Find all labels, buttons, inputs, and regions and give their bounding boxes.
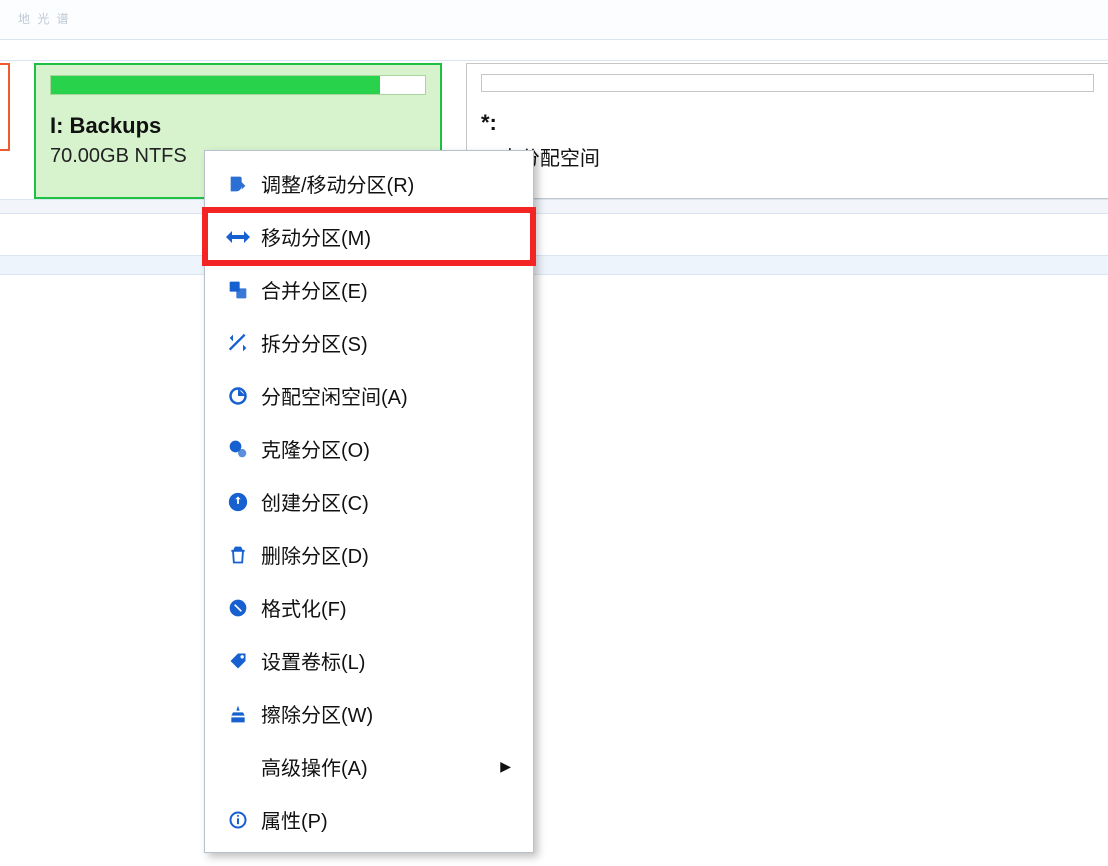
separator-strip-1 (0, 200, 1108, 214)
move-icon (219, 229, 257, 245)
menu-item-create[interactable]: 创建分区(C) (205, 475, 533, 528)
partition-title: I: Backups (50, 113, 426, 139)
top-bar-faint-text: 地 光 谱 (18, 10, 71, 27)
tag-icon (219, 651, 257, 671)
menu-item-resize-move[interactable]: 调整/移动分区(R) (205, 157, 533, 210)
menu-item-label: 格式化(F) (257, 593, 515, 622)
menu-item-clone[interactable]: 克隆分区(O) (205, 422, 533, 475)
menu-item-split[interactable]: 拆分分区(S) (205, 316, 533, 369)
menu-item-label: 移动分区(M) (257, 222, 515, 251)
partition-context-menu: 调整/移动分区(R) 移动分区(M) 合并分区(E) 拆分分区(S) 分配空闲空… (204, 150, 534, 853)
unallocated-title: *: (481, 110, 1094, 136)
format-icon (219, 598, 257, 618)
resize-icon (219, 173, 257, 195)
menu-item-label: 属性(P) (257, 805, 515, 834)
unallocated-usage-bar (481, 74, 1094, 92)
split-icon (219, 333, 257, 353)
submenu-chevron-icon: ▶ (500, 758, 511, 775)
menu-item-merge[interactable]: 合并分区(E) (205, 263, 533, 316)
top-bar: 地 光 谱 (0, 0, 1108, 40)
menu-item-allocate-free[interactable]: 分配空闲空间(A) (205, 369, 533, 422)
wipe-icon (219, 703, 257, 725)
menu-item-advanced[interactable]: 高级操作(A) ▶ (205, 740, 533, 793)
menu-item-label: 调整/移动分区(R) (257, 169, 515, 198)
unallocated-card[interactable]: *: B 未分配空间 (466, 63, 1108, 199)
clone-icon (219, 439, 257, 459)
menu-item-label: 高级操作(A) (257, 752, 500, 781)
adjacent-partition-sliver[interactable] (0, 63, 10, 151)
menu-item-wipe[interactable]: 擦除分区(W) (205, 687, 533, 740)
partition-usage-bar (50, 75, 426, 95)
menu-item-move[interactable]: 移动分区(M) (205, 210, 533, 263)
menu-item-label: 设置卷标(L) (257, 646, 515, 675)
menu-item-label: 删除分区(D) (257, 540, 515, 569)
merge-icon (219, 280, 257, 300)
menu-item-label: 擦除分区(W) (257, 699, 515, 728)
menu-item-delete[interactable]: 删除分区(D) (205, 528, 533, 581)
menu-item-label: 克隆分区(O) (257, 434, 515, 463)
menu-item-label: 分配空闲空间(A) (257, 381, 515, 410)
info-icon (219, 810, 257, 830)
separator-strip-2 (0, 255, 1108, 275)
menu-item-label: 拆分分区(S) (257, 328, 515, 357)
pie-icon (219, 386, 257, 406)
menu-item-properties[interactable]: 属性(P) (205, 793, 533, 846)
disk-map-row: I: Backups 70.00GB NTFS *: B 未分配空间 (0, 60, 1108, 200)
menu-item-label: 合并分区(E) (257, 275, 515, 304)
menu-item-set-label[interactable]: 设置卷标(L) (205, 634, 533, 687)
menu-item-label: 创建分区(C) (257, 487, 515, 516)
trash-icon (219, 544, 257, 566)
unallocated-subtitle: B 未分配空间 (481, 142, 1094, 171)
menu-item-format[interactable]: 格式化(F) (205, 581, 533, 634)
partition-usage-fill (51, 76, 380, 94)
create-icon (219, 491, 257, 513)
